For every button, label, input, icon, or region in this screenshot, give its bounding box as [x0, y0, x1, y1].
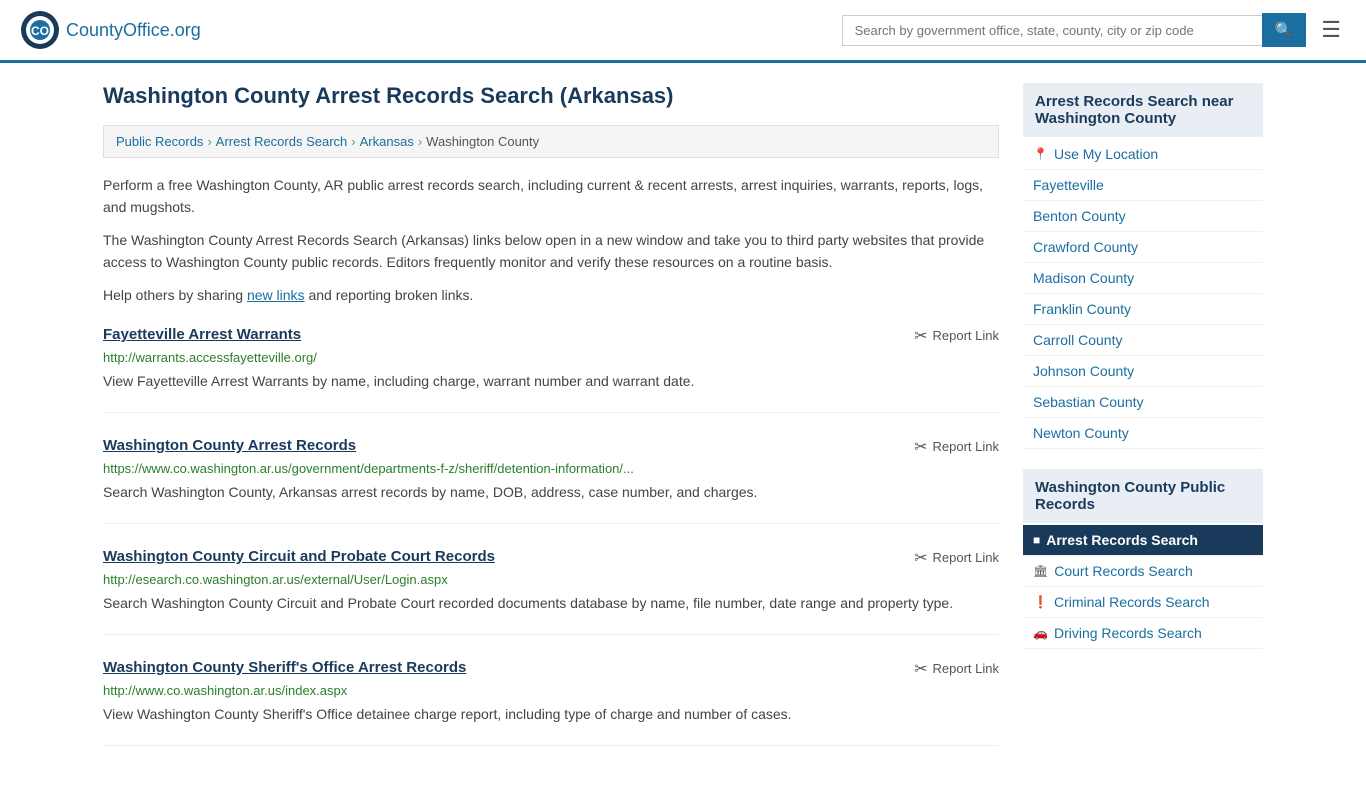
result-item: Fayetteville Arrest Warrants ✂ Report Li…	[103, 326, 999, 413]
sidebar-carroll-label: Carroll County	[1033, 332, 1122, 348]
sidebar: Arrest Records Search near Washington Co…	[1023, 83, 1263, 770]
new-links-link[interactable]: new links	[247, 287, 305, 303]
sidebar-arrest-records-link[interactable]: ■ Arrest Records Search	[1023, 525, 1263, 556]
report-link-label: Report Link	[933, 550, 999, 565]
breadcrumb-arkansas[interactable]: Arkansas	[360, 134, 414, 149]
criminal-records-icon: ❗	[1033, 595, 1048, 609]
result-item: Washington County Arrest Records ✂ Repor…	[103, 437, 999, 524]
breadcrumb-current: Washington County	[426, 134, 539, 149]
breadcrumb-arrest-records[interactable]: Arrest Records Search	[216, 134, 348, 149]
result-desc: View Washington County Sheriff's Office …	[103, 704, 999, 725]
sidebar-link-madison-county[interactable]: Madison County	[1023, 263, 1263, 294]
desc-para-2: The Washington County Arrest Records Sea…	[103, 229, 999, 274]
nearby-section-title: Arrest Records Search near Washington Co…	[1023, 83, 1263, 137]
nearby-section: Arrest Records Search near Washington Co…	[1023, 83, 1263, 449]
sidebar-criminal-records-label: Criminal Records Search	[1054, 594, 1210, 610]
breadcrumb: Public Records › Arrest Records Search ›…	[103, 125, 999, 158]
sidebar-link-fayetteville[interactable]: Fayetteville	[1023, 170, 1263, 201]
result-url[interactable]: http://esearch.co.washington.ar.us/exter…	[103, 572, 999, 587]
sidebar-link-sebastian-county[interactable]: Sebastian County	[1023, 387, 1263, 418]
search-button[interactable]: 🔍	[1262, 13, 1307, 47]
breadcrumb-public-records[interactable]: Public Records	[116, 134, 203, 149]
logo-area[interactable]: CO CountyOffice.org	[20, 10, 201, 50]
sidebar-sebastian-label: Sebastian County	[1033, 394, 1144, 410]
search-form: 🔍	[842, 13, 1307, 47]
logo-icon: CO	[20, 10, 60, 50]
description: Perform a free Washington County, AR pub…	[103, 174, 999, 306]
result-title[interactable]: Fayetteville Arrest Warrants	[103, 326, 301, 343]
result-url[interactable]: https://www.co.washington.ar.us/governme…	[103, 461, 999, 476]
sidebar-link-franklin-county[interactable]: Franklin County	[1023, 294, 1263, 325]
result-item: Washington County Sheriff's Office Arres…	[103, 659, 999, 746]
sidebar-link-carroll-county[interactable]: Carroll County	[1023, 325, 1263, 356]
sidebar-link-johnson-county[interactable]: Johnson County	[1023, 356, 1263, 387]
sidebar-court-records-link[interactable]: 🏛 Court Records Search	[1023, 556, 1263, 587]
sidebar-benton-label: Benton County	[1033, 208, 1126, 224]
report-link[interactable]: ✂ Report Link	[914, 437, 999, 457]
page-title: Washington County Arrest Records Search …	[103, 83, 999, 109]
result-desc: Search Washington County, Arkansas arres…	[103, 482, 999, 503]
sidebar-newton-label: Newton County	[1033, 425, 1129, 441]
court-records-icon: 🏛	[1033, 564, 1048, 578]
result-header: Washington County Sheriff's Office Arres…	[103, 659, 999, 679]
public-records-section-title: Washington County Public Records	[1023, 469, 1263, 523]
report-link[interactable]: ✂ Report Link	[914, 659, 999, 679]
report-link-label: Report Link	[933, 328, 999, 343]
sidebar-crawford-label: Crawford County	[1033, 239, 1138, 255]
hamburger-menu-icon[interactable]: ☰	[1316, 12, 1346, 48]
header-right: 🔍 ☰	[842, 12, 1346, 48]
sidebar-arrest-records-label: Arrest Records Search	[1046, 532, 1198, 548]
content-area: Washington County Arrest Records Search …	[103, 83, 999, 770]
sidebar-link-newton-county[interactable]: Newton County	[1023, 418, 1263, 449]
report-icon: ✂	[914, 548, 927, 568]
sidebar-link-crawford-county[interactable]: Crawford County	[1023, 232, 1263, 263]
desc-para3-suffix: and reporting broken links.	[305, 287, 474, 303]
main-container: Washington County Arrest Records Search …	[83, 63, 1283, 790]
report-link-label: Report Link	[933, 439, 999, 454]
sidebar-court-records-label: Court Records Search	[1054, 563, 1193, 579]
report-link[interactable]: ✂ Report Link	[914, 326, 999, 346]
sidebar-madison-label: Madison County	[1033, 270, 1134, 286]
sidebar-johnson-label: Johnson County	[1033, 363, 1134, 379]
result-title[interactable]: Washington County Circuit and Probate Co…	[103, 548, 495, 565]
sidebar-driving-records-link[interactable]: 🚗 Driving Records Search	[1023, 618, 1263, 649]
result-item: Washington County Circuit and Probate Co…	[103, 548, 999, 635]
public-records-section: Washington County Public Records ■ Arres…	[1023, 469, 1263, 649]
result-url[interactable]: http://www.co.washington.ar.us/index.asp…	[103, 683, 999, 698]
header: CO CountyOffice.org 🔍 ☰	[0, 0, 1366, 63]
sidebar-link-benton-county[interactable]: Benton County	[1023, 201, 1263, 232]
sidebar-use-location-label: Use My Location	[1054, 146, 1158, 162]
result-desc: View Fayetteville Arrest Warrants by nam…	[103, 371, 999, 392]
results: Fayetteville Arrest Warrants ✂ Report Li…	[103, 326, 999, 746]
report-icon: ✂	[914, 437, 927, 457]
sidebar-franklin-label: Franklin County	[1033, 301, 1131, 317]
result-header: Fayetteville Arrest Warrants ✂ Report Li…	[103, 326, 999, 346]
report-icon: ✂	[914, 659, 927, 679]
result-title[interactable]: Washington County Arrest Records	[103, 437, 356, 454]
report-link[interactable]: ✂ Report Link	[914, 548, 999, 568]
report-icon: ✂	[914, 326, 927, 346]
location-pin-icon: 📍	[1033, 147, 1048, 161]
result-url[interactable]: http://warrants.accessfayetteville.org/	[103, 350, 999, 365]
logo-text: CountyOffice.org	[66, 20, 201, 41]
report-link-label: Report Link	[933, 661, 999, 676]
breadcrumb-sep-1: ›	[207, 134, 211, 149]
search-input[interactable]	[842, 15, 1262, 46]
sidebar-use-my-location[interactable]: 📍 Use My Location	[1023, 139, 1263, 170]
result-title[interactable]: Washington County Sheriff's Office Arres…	[103, 659, 466, 676]
sidebar-fayetteville-label: Fayetteville	[1033, 177, 1104, 193]
arrest-records-icon: ■	[1033, 533, 1040, 547]
breadcrumb-sep-2: ›	[351, 134, 355, 149]
driving-records-icon: 🚗	[1033, 626, 1048, 640]
result-header: Washington County Circuit and Probate Co…	[103, 548, 999, 568]
desc-para-1: Perform a free Washington County, AR pub…	[103, 174, 999, 219]
sidebar-criminal-records-link[interactable]: ❗ Criminal Records Search	[1023, 587, 1263, 618]
svg-text:CO: CO	[31, 24, 49, 38]
desc-para-3: Help others by sharing new links and rep…	[103, 284, 999, 306]
breadcrumb-sep-3: ›	[418, 134, 422, 149]
result-header: Washington County Arrest Records ✂ Repor…	[103, 437, 999, 457]
desc-para3-prefix: Help others by sharing	[103, 287, 247, 303]
sidebar-driving-records-label: Driving Records Search	[1054, 625, 1202, 641]
result-desc: Search Washington County Circuit and Pro…	[103, 593, 999, 614]
